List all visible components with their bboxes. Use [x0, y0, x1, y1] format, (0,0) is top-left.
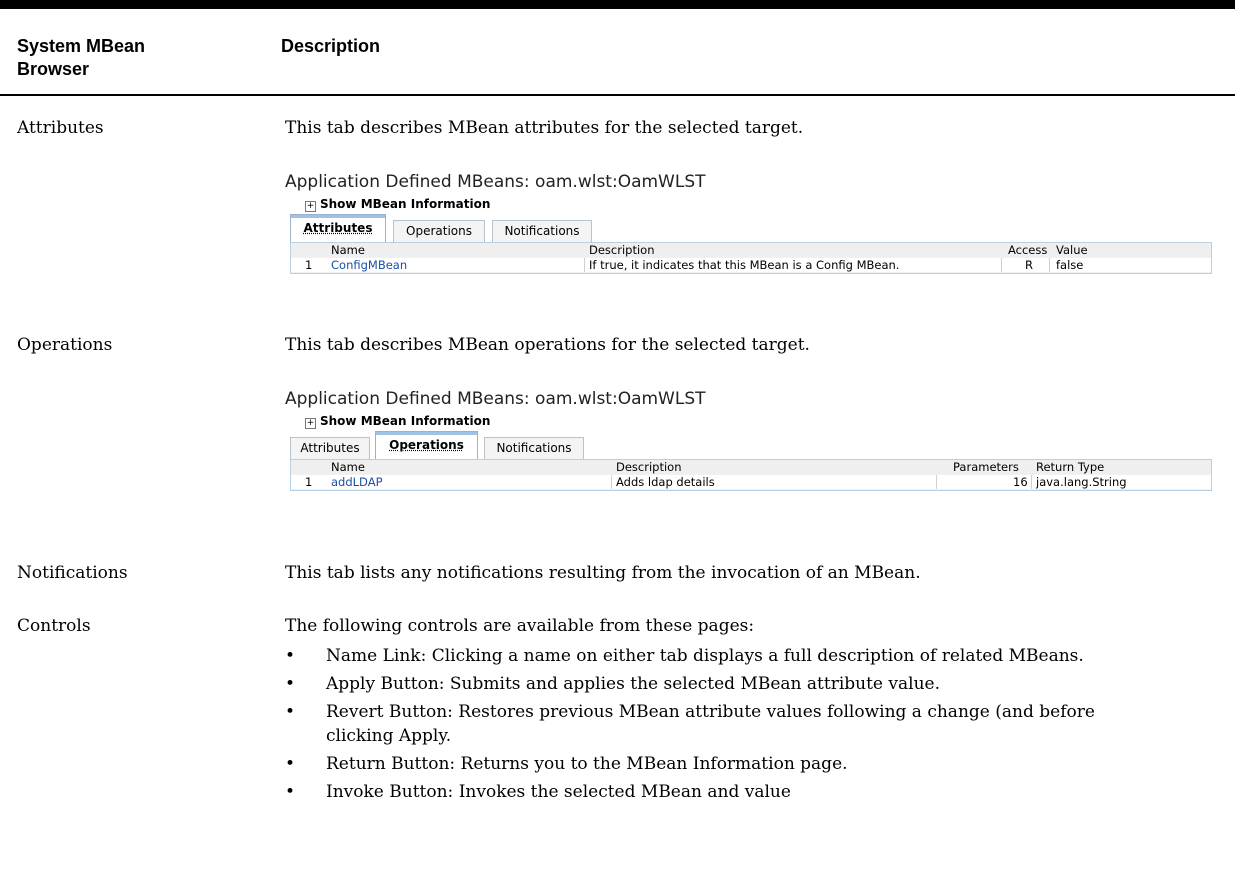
col-parameters: Parameters	[953, 460, 1019, 474]
list-item-text: Revert Button: Restores previous MBean a…	[326, 702, 1095, 746]
tab-notifications[interactable]: Notifications	[492, 220, 592, 242]
row-number: 1	[305, 475, 313, 489]
bullet-icon: •	[285, 646, 296, 666]
list-item-text: Apply Button: Submits and applies the se…	[326, 674, 940, 694]
list-item: • Revert Button: Restores previous MBean …	[285, 700, 1135, 748]
mbean-title: Application Defined MBeans: oam.wlst:Oam…	[285, 389, 706, 409]
table-row: 1 addLDAP Adds ldap details 16 java.lang…	[291, 475, 1211, 489]
row-label-notifications: Notifications	[17, 563, 128, 583]
list-item-text: Return Button: Returns you to the MBean …	[326, 754, 848, 774]
col-name: Name	[331, 243, 365, 257]
mbean-title: Application Defined MBeans: oam.wlst:Oam…	[285, 172, 706, 192]
list-item: • Apply Button: Submits and applies the s…	[285, 672, 1135, 696]
tab-attributes[interactable]: Attributes	[290, 214, 386, 242]
attributes-screenshot: Application Defined MBeans: oam.wlst:Oam…	[285, 172, 1212, 307]
row-desc-operations: This tab describes MBean operations for …	[285, 335, 810, 355]
bullet-icon: •	[285, 674, 296, 694]
header-rule	[0, 94, 1235, 96]
table-header: Name Description Access Value	[291, 243, 1211, 257]
list-item: • Name Link: Clicking a name on either ta…	[285, 644, 1135, 668]
name-link[interactable]: addLDAP	[331, 475, 383, 489]
name-link[interactable]: ConfigMBean	[331, 258, 407, 272]
expand-plus-icon[interactable]: +	[305, 418, 316, 429]
cell-divider	[936, 475, 937, 489]
show-mbean-info-link[interactable]: + Show MBean Information	[305, 197, 490, 212]
list-item: • Invoke Button: Invokes the selected MBe…	[285, 780, 1135, 804]
row-desc-controls: The following controls are available fro…	[285, 616, 755, 636]
col-description: Description	[616, 460, 682, 474]
tab-attributes[interactable]: Attributes	[290, 437, 370, 459]
row-access: R	[1025, 258, 1033, 272]
row-desc-attributes: This tab describes MBean attributes for …	[285, 118, 804, 138]
controls-list: • Name Link: Clicking a name on either ta…	[285, 644, 1135, 808]
list-item-text: Name Link: Clicking a name on either tab…	[326, 646, 1084, 666]
list-item: • Return Button: Returns you to the MBean…	[285, 752, 1135, 776]
column-header-browser: System MBean Browser	[17, 36, 146, 79]
row-label-operations: Operations	[17, 335, 113, 355]
col-value: Value	[1056, 243, 1088, 257]
attributes-table: Name Description Access Value 1 ConfigMB…	[290, 242, 1212, 274]
cell-divider	[611, 475, 612, 489]
list-item-text: Invoke Button: Invokes the selected MBea…	[326, 782, 791, 802]
tab-operations[interactable]: Operations	[393, 220, 485, 242]
operations-table: Name Description Parameters Return Type …	[290, 459, 1212, 491]
row-label-controls: Controls	[17, 616, 91, 636]
row-desc-notifications: This tab lists any notifications resulti…	[285, 563, 921, 583]
cell-divider	[584, 258, 585, 272]
col-access: Access	[1008, 243, 1048, 257]
cell-divider	[1049, 258, 1050, 272]
column-header-description: Description	[281, 36, 381, 56]
bullet-icon: •	[285, 782, 296, 802]
row-description: If true, it indicates that this MBean is…	[589, 258, 900, 272]
row-parameters: 16	[1013, 475, 1028, 489]
row-value: false	[1056, 258, 1084, 272]
expand-plus-icon[interactable]: +	[305, 201, 316, 212]
tab-operations[interactable]: Operations	[375, 431, 478, 459]
row-description: Adds ldap details	[616, 475, 715, 489]
row-label-attributes: Attributes	[17, 118, 104, 138]
col-name: Name	[331, 460, 365, 474]
row-return-type: java.lang.String	[1036, 475, 1127, 489]
tab-notifications[interactable]: Notifications	[484, 437, 584, 459]
cell-divider	[1031, 475, 1032, 489]
cell-divider	[1001, 258, 1002, 272]
operations-screenshot: Application Defined MBeans: oam.wlst:Oam…	[285, 389, 1212, 529]
top-rule	[0, 0, 1235, 9]
table-row: 1 ConfigMBean If true, it indicates that…	[291, 258, 1211, 272]
row-number: 1	[305, 258, 313, 272]
col-return-type: Return Type	[1036, 460, 1105, 474]
bullet-icon: •	[285, 702, 296, 722]
show-mbean-info-link[interactable]: + Show MBean Information	[305, 414, 490, 429]
bullet-icon: •	[285, 754, 296, 774]
table-header: Name Description Parameters Return Type	[291, 460, 1211, 474]
col-description: Description	[589, 243, 655, 257]
